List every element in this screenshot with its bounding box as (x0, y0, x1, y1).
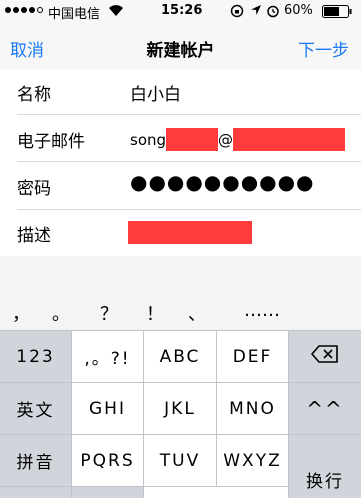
carrier-name: 中国电信 (48, 7, 101, 22)
candidate-question[interactable]: ？ (100, 300, 118, 326)
backspace-key[interactable] (289, 331, 361, 382)
abc-key[interactable]: ABC (144, 331, 216, 382)
status-bar: 中国电信 15:26 60% (0, 0, 361, 22)
ghi-key[interactable]: GHI (72, 383, 143, 434)
tuv-key[interactable]: TUV (144, 435, 216, 486)
email-prefix: song (130, 130, 167, 149)
rotation-lock-icon (230, 4, 244, 22)
punctuation-key[interactable]: ,。?! (72, 331, 143, 382)
name-field[interactable]: 白小白 (130, 80, 181, 105)
emoji-key[interactable]: ^^ (289, 383, 361, 434)
navigation-bar: 取消 新建帐户 下一步 (0, 22, 361, 70)
battery-percentage: 60% (284, 3, 313, 18)
signal-strength-icon (5, 7, 43, 13)
backspace-icon (311, 344, 339, 369)
description-row[interactable]: 描述 (0, 210, 361, 256)
email-row[interactable]: 电子邮件 song @ (0, 115, 361, 162)
alarm-icon (266, 4, 280, 22)
name-row[interactable]: 名称 白小白 (0, 70, 361, 115)
next-button[interactable]: 下一步 (298, 36, 349, 61)
password-label: 密码 (17, 179, 51, 199)
description-field[interactable] (128, 221, 252, 244)
redaction-mark (166, 128, 219, 151)
globe-key[interactable] (0, 487, 71, 498)
email-field[interactable]: song @ (130, 128, 346, 151)
candidate-enumeration-comma[interactable]: 、 (188, 300, 206, 326)
battery-icon (322, 5, 352, 18)
account-form: 名称 白小白 电子邮件 song @ 密码 ●●●●●●●●●● 描述 (0, 70, 361, 256)
candidate-comma[interactable]: ， (12, 300, 30, 326)
redaction-mark (233, 128, 346, 151)
pinyin-key[interactable]: 拼音 (0, 435, 71, 486)
candidate-bar: ， 。 ？ ！ 、 …… (0, 256, 361, 330)
number-key[interactable]: 123 (0, 331, 71, 382)
description-label: 描述 (17, 226, 51, 246)
candidate-exclamation[interactable]: ！ (146, 300, 164, 326)
email-at-sign: @ (218, 130, 234, 149)
wxyz-key[interactable]: WXYZ (217, 435, 288, 486)
language-switch-key[interactable]: 英文 (0, 383, 71, 434)
password-row[interactable]: 密码 ●●●●●●●●●● (0, 162, 361, 210)
name-label: 名称 (17, 85, 51, 105)
def-key[interactable]: DEF (217, 331, 288, 382)
candidate-period[interactable]: 。 (52, 300, 70, 326)
redaction-mark (128, 221, 252, 244)
location-icon (250, 4, 262, 20)
return-key[interactable]: 换行 (289, 435, 361, 498)
wifi-icon (108, 3, 124, 21)
jkl-key[interactable]: JKL (144, 383, 216, 434)
keyboard: 123 ,。?! ABC DEF 英文 GHI JKL MNO ^^ 拼音 PQ… (0, 330, 361, 498)
clock: 15:26 (161, 3, 203, 18)
mno-key[interactable]: MNO (217, 383, 288, 434)
space-key[interactable] (144, 487, 288, 498)
mic-key[interactable] (72, 487, 143, 498)
email-label: 电子邮件 (17, 132, 85, 152)
pqrs-key[interactable]: PQRS (72, 435, 143, 486)
password-field[interactable]: ●●●●●●●●●● (130, 170, 315, 194)
candidate-ellipsis[interactable]: …… (244, 300, 280, 321)
